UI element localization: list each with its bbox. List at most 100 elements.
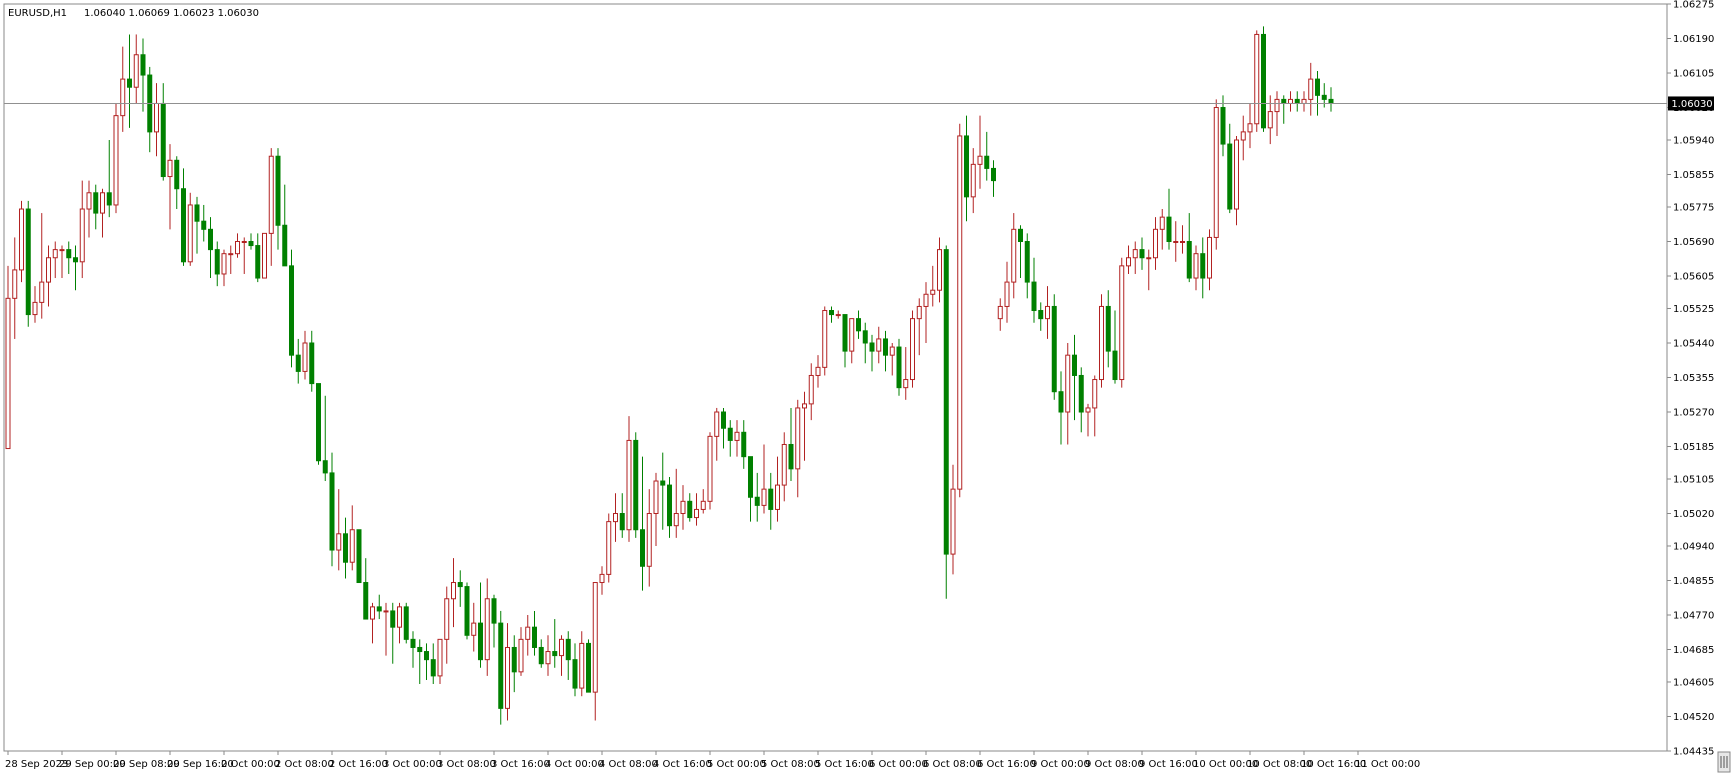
candle-body: [579, 642, 585, 689]
candle: [599, 566, 605, 595]
candle: [538, 639, 544, 668]
candle-body: [1166, 216, 1172, 242]
candle-body: [241, 240, 247, 243]
candle-body: [640, 529, 645, 567]
candle: [680, 485, 686, 530]
candle: [808, 363, 814, 421]
candle: [457, 570, 463, 607]
candle: [1240, 115, 1246, 161]
candle: [417, 639, 423, 685]
chart-window[interactable]: 1.062751.061901.061051.060201.059401.058…: [0, 0, 1733, 777]
candle-body: [687, 500, 693, 519]
candle: [262, 232, 267, 279]
candle-body: [653, 480, 659, 515]
candle: [768, 472, 774, 530]
candle: [883, 330, 888, 372]
candle-body: [883, 338, 888, 356]
y-tick-label: 1.04770: [1673, 610, 1714, 621]
candle-body: [1051, 305, 1057, 393]
candle: [505, 623, 510, 721]
candle-body: [802, 403, 807, 409]
candle: [667, 476, 672, 538]
candle: [862, 322, 868, 364]
x-tick-label: 5 Oct 08:00: [761, 759, 820, 770]
candle: [991, 160, 996, 197]
x-tick-label: 5 Oct 16:00: [815, 759, 874, 770]
candle: [167, 144, 173, 230]
current-price-label: 1.06030: [1671, 99, 1712, 110]
candle: [903, 347, 909, 400]
candle: [1112, 310, 1118, 384]
candle-body: [511, 646, 517, 673]
y-tick-label: 1.05440: [1673, 338, 1714, 349]
candle-body: [255, 245, 261, 279]
candle-body: [1031, 281, 1037, 312]
candle-body: [1112, 350, 1118, 381]
candle-body: [417, 646, 423, 653]
candle-body: [599, 573, 605, 584]
candle-body: [52, 249, 58, 259]
candle: [1180, 225, 1185, 254]
candle-body: [964, 135, 969, 198]
candle-body: [721, 411, 726, 429]
candle-body: [1078, 374, 1084, 413]
candle: [127, 34, 132, 128]
candle: [1072, 334, 1077, 421]
y-tick-label: 1.05105: [1673, 474, 1714, 485]
candle: [586, 639, 591, 693]
y-tick-label: 1.04940: [1673, 541, 1714, 552]
candle-body: [505, 646, 510, 709]
candle-body: [1294, 98, 1300, 104]
candle: [1301, 91, 1307, 112]
candle: [464, 582, 470, 640]
y-tick-label: 1.05775: [1673, 202, 1714, 213]
candle-body: [680, 500, 686, 515]
candle: [322, 395, 328, 482]
candle-body: [748, 456, 753, 498]
time-axis[interactable]: 28 Sep 202329 Sep 00:0029 Sep 08:0029 Se…: [5, 751, 1420, 770]
x-tick-label: 6 Oct 08:00: [923, 759, 982, 770]
candle: [437, 638, 443, 685]
candle: [964, 115, 969, 222]
candle-body: [1099, 305, 1104, 381]
candle-body: [262, 232, 267, 279]
candle-body: [160, 102, 166, 178]
price-axis[interactable]: 1.062751.061901.061051.060201.059401.058…: [1667, 0, 1714, 758]
candle: [572, 643, 578, 697]
candle: [579, 631, 585, 697]
candle-body: [248, 240, 254, 247]
candle: [532, 610, 537, 656]
scroll-grip-icon[interactable]: [1717, 751, 1731, 773]
candle-body: [606, 521, 612, 575]
candle-body: [626, 439, 632, 531]
candle-body: [1072, 354, 1077, 376]
candle: [741, 420, 747, 469]
x-tick-label: 11 Oct 00:00: [1355, 759, 1420, 770]
candle: [565, 631, 571, 680]
x-tick-label: 4 Oct 00:00: [545, 759, 604, 770]
candle-body: [586, 642, 591, 693]
candle-body: [673, 513, 679, 527]
candle-body: [829, 310, 834, 316]
candle-body: [316, 383, 321, 462]
candle: [977, 115, 983, 189]
x-tick-label: 4 Oct 16:00: [653, 759, 712, 770]
candle-body: [876, 338, 882, 352]
candle: [154, 83, 159, 157]
x-tick-label: 4 Oct 08:00: [599, 759, 658, 770]
candle: [700, 489, 706, 514]
candlestick-chart[interactable]: 1.062751.061901.061051.060201.059401.058…: [0, 0, 1733, 777]
candle: [802, 391, 807, 461]
candle: [1294, 91, 1300, 112]
candle: [32, 286, 38, 323]
candle: [957, 123, 963, 498]
candle-body: [538, 646, 544, 665]
candle-body: [32, 301, 38, 316]
candle: [876, 326, 882, 364]
candle-body: [903, 379, 909, 389]
candle-body: [518, 638, 524, 673]
candle: [73, 245, 78, 291]
candle-body: [201, 220, 207, 230]
y-tick-label: 1.04605: [1673, 677, 1714, 688]
candle-body: [1024, 240, 1030, 283]
